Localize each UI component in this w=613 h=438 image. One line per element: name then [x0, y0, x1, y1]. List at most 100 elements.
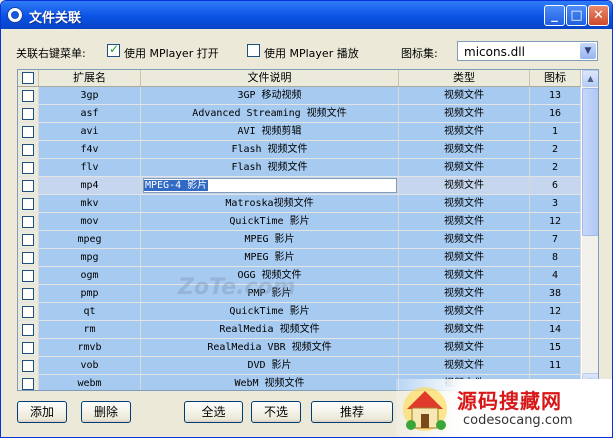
description-cell[interactable]: QuickTime 影片 [141, 303, 399, 321]
row-checkbox[interactable] [22, 198, 34, 210]
icon-index-cell[interactable]: 8 [530, 249, 581, 267]
icon-index-cell[interactable]: 1 [530, 123, 581, 141]
row-checkbox[interactable] [22, 180, 34, 192]
row-checkbox[interactable] [22, 144, 34, 156]
extension-cell[interactable]: ogm [39, 267, 141, 285]
open-with-label[interactable]: 使用 MPlayer 打开 [124, 45, 219, 61]
description-cell[interactable]: Advanced Streaming 视频文件 [141, 105, 399, 123]
row-checkbox[interactable] [22, 252, 34, 264]
extension-cell[interactable]: webm [39, 375, 141, 390]
row-checkbox[interactable] [22, 360, 34, 372]
table-row[interactable]: rm RealMedia 视频文件 视频文件 14 [18, 321, 581, 339]
type-cell[interactable]: 视频文件 [399, 87, 530, 105]
icon-index-cell[interactable]: 12 [530, 213, 581, 231]
type-cell[interactable]: 视频文件 [399, 213, 530, 231]
type-cell[interactable]: 视频文件 [399, 141, 530, 159]
header-checkbox[interactable] [22, 72, 34, 84]
description-cell[interactable]: AVI 视频剪辑 [141, 123, 399, 141]
extension-cell[interactable]: mp4 [39, 177, 141, 195]
type-cell[interactable]: 视频文件 [399, 123, 530, 141]
icon-index-cell[interactable]: 14 [530, 321, 581, 339]
row-checkbox[interactable] [22, 288, 34, 300]
description-cell[interactable]: RealMedia VBR 视频文件 [141, 339, 399, 357]
description-cell[interactable]: MPEG-4 影片 [141, 177, 399, 195]
open-with-checkbox[interactable] [107, 42, 120, 57]
extension-cell[interactable]: f4v [39, 141, 141, 159]
type-cell[interactable]: 视频文件 [399, 249, 530, 267]
table-row[interactable]: mpeg MPEG 影片 视频文件 7 [18, 231, 581, 249]
row-checkbox[interactable] [22, 162, 34, 174]
row-checkbox[interactable] [22, 324, 34, 336]
type-cell[interactable]: 视频文件 [399, 231, 530, 249]
table-row[interactable]: mp4 MPEG-4 影片 视频文件 6 [18, 177, 581, 195]
type-cell[interactable]: 视频文件 [399, 105, 530, 123]
icon-index-cell[interactable]: 2 [530, 159, 581, 177]
delete-button[interactable]: 删除 [81, 401, 131, 423]
description-cell[interactable]: QuickTime 影片 [141, 213, 399, 231]
row-checkbox[interactable] [22, 234, 34, 246]
chevron-down-icon[interactable]: ▼ [580, 43, 596, 59]
icon-index-cell[interactable]: 2 [530, 141, 581, 159]
description-cell[interactable]: MPEG 影片 [141, 231, 399, 249]
table-row[interactable]: 3gp 3GP 移动视频 视频文件 13 [18, 87, 581, 105]
minimize-button[interactable]: _ [544, 5, 565, 26]
description-cell[interactable]: DVD 影片 [141, 357, 399, 375]
column-header-extension[interactable]: 扩展名 [39, 70, 141, 86]
select-none-button[interactable]: 不选 [251, 401, 301, 423]
extension-cell[interactable]: 3gp [39, 87, 141, 105]
play-with-label[interactable]: 使用 MPlayer 播放 [264, 45, 359, 61]
description-cell[interactable]: Matroska视频文件 [141, 195, 399, 213]
select-all-button[interactable]: 全选 [184, 401, 243, 423]
table-row[interactable]: flv Flash 视频文件 视频文件 2 [18, 159, 581, 177]
extension-cell[interactable]: mov [39, 213, 141, 231]
header-select-all-cell[interactable] [18, 70, 39, 86]
recommend-button[interactable]: 推荐 [311, 401, 393, 423]
icon-index-cell[interactable]: 4 [530, 267, 581, 285]
description-edit-field[interactable]: MPEG-4 影片 [143, 178, 397, 193]
type-cell[interactable]: 视频文件 [399, 357, 530, 375]
extension-cell[interactable]: vob [39, 357, 141, 375]
scroll-thumb[interactable] [582, 88, 598, 236]
description-cell[interactable]: RealMedia 视频文件 [141, 321, 399, 339]
row-checkbox[interactable] [22, 108, 34, 120]
description-cell[interactable]: Flash 视频文件 [141, 159, 399, 177]
close-button[interactable]: ✕ [588, 5, 609, 26]
extension-cell[interactable]: qt [39, 303, 141, 321]
vertical-scrollbar[interactable]: ▲ ▼ [582, 70, 598, 390]
column-header-type[interactable]: 类型 [399, 70, 530, 86]
maximize-button[interactable]: □ [566, 5, 587, 26]
row-checkbox[interactable] [22, 306, 34, 318]
icon-index-cell[interactable]: 11 [530, 357, 581, 375]
add-button[interactable]: 添加 [17, 401, 67, 423]
icon-index-cell[interactable]: 15 [530, 339, 581, 357]
icon-index-cell[interactable]: 6 [530, 177, 581, 195]
column-header-description[interactable]: 文件说明 [141, 70, 399, 86]
description-cell[interactable]: MPEG 影片 [141, 249, 399, 267]
title-bar[interactable]: 文件关联 _ □ ✕ [1, 1, 612, 29]
row-checkbox[interactable] [22, 126, 34, 138]
row-checkbox[interactable] [22, 270, 34, 282]
table-row[interactable]: mpg MPEG 影片 视频文件 8 [18, 249, 581, 267]
table-row[interactable]: rmvb RealMedia VBR 视频文件 视频文件 15 [18, 339, 581, 357]
type-cell[interactable]: 视频文件 [399, 339, 530, 357]
description-cell[interactable]: 3GP 移动视频 [141, 87, 399, 105]
row-checkbox[interactable] [22, 378, 34, 390]
type-cell[interactable]: 视频文件 [399, 267, 530, 285]
extension-cell[interactable]: pmp [39, 285, 141, 303]
table-row[interactable]: mov QuickTime 影片 视频文件 12 [18, 213, 581, 231]
extension-cell[interactable]: rm [39, 321, 141, 339]
extension-cell[interactable]: flv [39, 159, 141, 177]
extension-cell[interactable]: asf [39, 105, 141, 123]
icon-index-cell[interactable]: 3 [530, 195, 581, 213]
scroll-up-button[interactable]: ▲ [582, 70, 598, 87]
row-checkbox[interactable] [22, 90, 34, 102]
table-row[interactable]: qt QuickTime 影片 视频文件 12 [18, 303, 581, 321]
type-cell[interactable]: 视频文件 [399, 159, 530, 177]
type-cell[interactable]: 视频文件 [399, 195, 530, 213]
extension-cell[interactable]: mkv [39, 195, 141, 213]
extension-cell[interactable]: rmvb [39, 339, 141, 357]
type-cell[interactable]: 视频文件 [399, 177, 530, 195]
icon-index-cell[interactable]: 13 [530, 87, 581, 105]
icon-index-cell[interactable]: 38 [530, 285, 581, 303]
table-row[interactable]: ogm OGG 视频文件 视频文件 4 [18, 267, 581, 285]
